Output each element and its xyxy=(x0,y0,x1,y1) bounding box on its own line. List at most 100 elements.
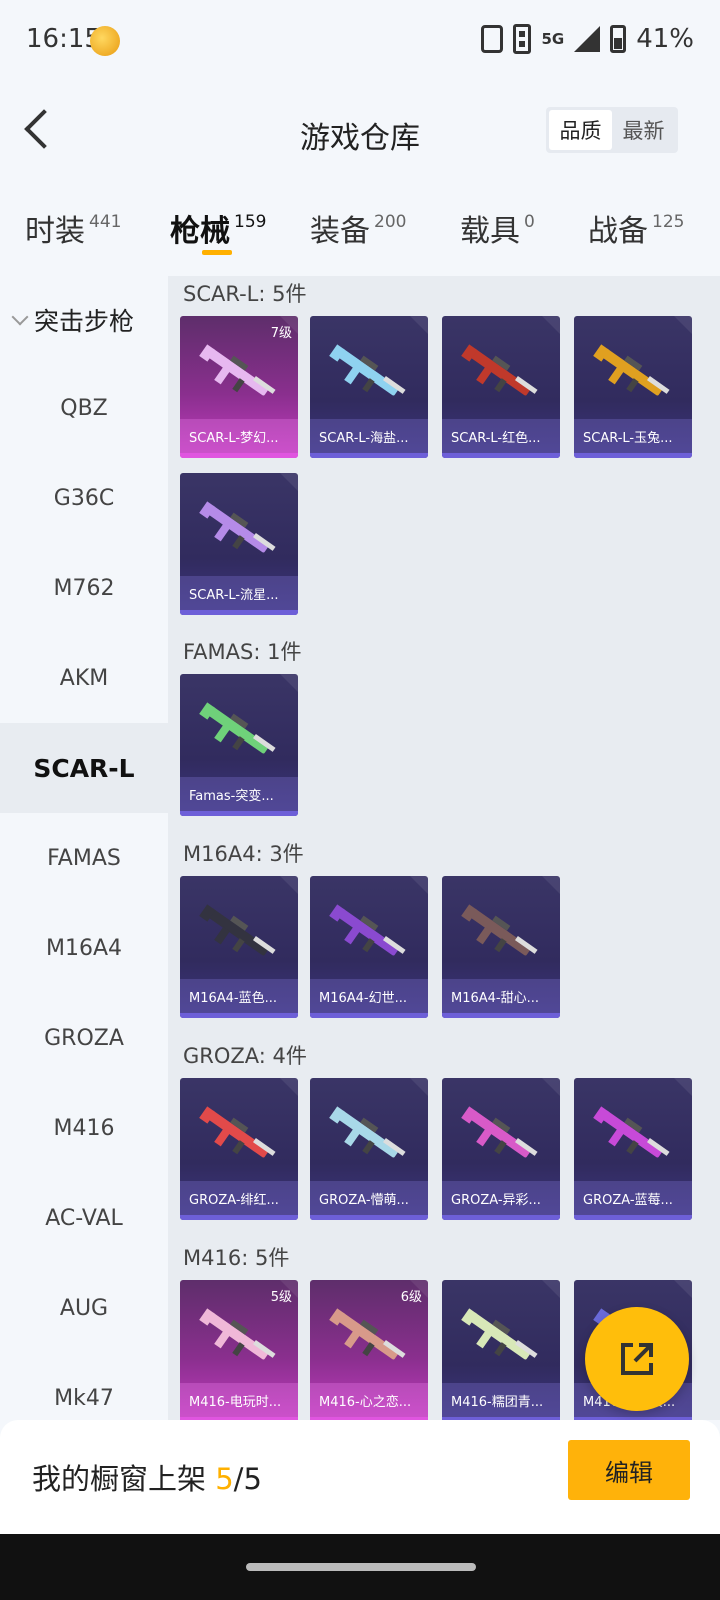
sidebar-item-famas[interactable]: FAMAS xyxy=(0,813,168,903)
weapon-image xyxy=(456,904,546,964)
sidebar-item-g36c[interactable]: G36C xyxy=(0,453,168,543)
weapon-skin-card[interactable]: GROZA-蓝莓... xyxy=(574,1078,692,1220)
skin-name: GROZA-懵萌... xyxy=(310,1181,428,1215)
rarity-bar xyxy=(180,610,298,615)
header: 游戏仓库 品质 最新 xyxy=(0,95,720,165)
tab-label: 战备 xyxy=(588,214,648,249)
weapon-skin-card[interactable]: SCAR-L-海盐... xyxy=(310,316,428,458)
card-corner xyxy=(674,316,692,334)
category-tabs: 时装 441 枪械 159 装备 200 载具 0 战备 125 xyxy=(0,200,720,270)
edit-button[interactable]: 编辑 xyxy=(568,1440,690,1500)
tab-count: 0 xyxy=(524,212,535,232)
card-corner xyxy=(280,674,298,692)
card-corner xyxy=(280,473,298,491)
weapon-skin-card[interactable]: 7级 SCAR-L-梦幻... xyxy=(180,316,298,458)
tab-count: 125 xyxy=(652,212,685,232)
weapon-skin-card[interactable]: M16A4-蓝色... xyxy=(180,876,298,1018)
tab-fashion[interactable]: 时装 441 xyxy=(25,206,121,250)
rarity-bar xyxy=(574,1215,692,1220)
weapon-image xyxy=(588,344,678,404)
card-corner xyxy=(542,316,560,334)
skin-name: SCAR-L-梦幻... xyxy=(180,419,298,453)
sidebar-item-m16a4[interactable]: M16A4 xyxy=(0,903,168,993)
weapon-skin-card[interactable]: M16A4-幻世... xyxy=(310,876,428,1018)
tab-label: 枪械 xyxy=(170,214,230,249)
showcase-status: 我的橱窗上架 5/5 xyxy=(32,1456,262,1498)
weapon-image xyxy=(194,344,284,404)
weapon-image xyxy=(456,344,546,404)
share-button[interactable] xyxy=(585,1307,689,1411)
card-corner xyxy=(542,1078,560,1096)
sort-quality[interactable]: 品质 xyxy=(549,110,612,150)
sort-toggle: 品质 最新 xyxy=(546,107,678,153)
weapon-skin-card[interactable]: GROZA-懵萌... xyxy=(310,1078,428,1220)
weapon-skin-card[interactable]: GROZA-绯红... xyxy=(180,1078,298,1220)
section-title: SCAR-L: 5件 xyxy=(183,282,307,306)
weapon-image xyxy=(324,1308,414,1368)
weapon-skin-card[interactable]: M16A4-甜心... xyxy=(442,876,560,1018)
weapon-skin-card[interactable]: SCAR-L-红色... xyxy=(442,316,560,458)
card-corner xyxy=(542,876,560,894)
weapon-skin-card[interactable]: SCAR-L-流星... xyxy=(180,473,298,615)
tab-guns[interactable]: 枪械 159 xyxy=(170,206,266,255)
share-external-icon xyxy=(621,1343,653,1375)
weapon-sidebar: 突击步枪 QBZ G36C M762 AKM SCAR-L FAMAS M16A4 GROZA… xyxy=(0,276,168,1420)
tab-supplies[interactable]: 战备 125 xyxy=(588,206,684,250)
showcase-bar: 我的橱窗上架 5/5 编辑 xyxy=(0,1420,720,1534)
rarity-bar xyxy=(180,1013,298,1018)
weapon-skin-card[interactable]: Famas-突变... xyxy=(180,674,298,816)
skin-name: GROZA-绯红... xyxy=(180,1181,298,1215)
sidebar-item-scar-l[interactable]: SCAR-L xyxy=(0,723,168,813)
showcase-total: /5 xyxy=(233,1462,262,1496)
sidebar-item-ac-val[interactable]: AC-VAL xyxy=(0,1173,168,1263)
rarity-bar xyxy=(310,1215,428,1220)
sidebar-item-aug[interactable]: AUG xyxy=(0,1263,168,1353)
weapon-skin-card[interactable]: 5级 M416-电玩时... xyxy=(180,1280,298,1420)
card-corner xyxy=(280,1078,298,1096)
weapon-image xyxy=(588,1106,678,1166)
rarity-bar xyxy=(180,453,298,458)
sidebar-group-assault-rifles[interactable]: 突击步枪 xyxy=(11,302,134,338)
vibrate-icon xyxy=(481,25,504,53)
card-corner xyxy=(410,1078,428,1096)
section-title: FAMAS: 1件 xyxy=(183,640,302,664)
skin-name: SCAR-L-红色... xyxy=(442,419,560,453)
tab-equipment[interactable]: 装备 200 xyxy=(310,206,406,250)
showcase-label: 我的橱窗上架 xyxy=(32,1462,216,1496)
skin-name: M16A4-蓝色... xyxy=(180,979,298,1013)
skin-level: 7级 xyxy=(270,326,292,341)
skin-level: 6级 xyxy=(400,1290,422,1305)
skin-name: M416-心之恋... xyxy=(310,1383,428,1417)
skin-name: M16A4-幻世... xyxy=(310,979,428,1013)
weapon-skin-card[interactable]: GROZA-异彩... xyxy=(442,1078,560,1220)
tab-label: 时装 xyxy=(25,214,85,249)
weapon-skin-card[interactable]: M416-糯团青... xyxy=(442,1280,560,1420)
weapon-skin-card[interactable]: SCAR-L-玉兔... xyxy=(574,316,692,458)
sidebar-item-akm[interactable]: AKM xyxy=(0,633,168,723)
card-corner xyxy=(674,1280,692,1298)
sim-icon xyxy=(513,24,532,54)
weapon-grid: SCAR-L: 5件 7级 SCAR-L-梦幻... SCAR-L-海盐... SCAR… xyxy=(168,276,720,1420)
tab-label: 载具 xyxy=(460,214,520,249)
sort-newest[interactable]: 最新 xyxy=(612,110,675,150)
tab-vehicles[interactable]: 载具 0 xyxy=(460,206,535,250)
home-gesture-handle[interactable] xyxy=(246,1563,476,1571)
weapon-image xyxy=(456,1106,546,1166)
app-notification-icon xyxy=(90,26,120,56)
card-corner xyxy=(410,316,428,334)
sidebar-item-mk47[interactable]: Mk47 xyxy=(0,1353,168,1420)
network-type: 5G xyxy=(541,30,565,48)
card-corner xyxy=(280,876,298,894)
card-corner xyxy=(674,1078,692,1096)
sidebar-item-m416[interactable]: M416 xyxy=(0,1083,168,1173)
weapon-skin-card[interactable]: 6级 M416-心之恋... xyxy=(310,1280,428,1420)
skin-name: SCAR-L-流星... xyxy=(180,576,298,610)
system-nav-bar xyxy=(0,1534,720,1600)
sidebar-item-groza[interactable]: GROZA xyxy=(0,993,168,1083)
sidebar-item-m762[interactable]: M762 xyxy=(0,543,168,633)
weapon-image xyxy=(324,904,414,964)
card-corner xyxy=(410,876,428,894)
battery-icon xyxy=(610,25,627,53)
rarity-bar xyxy=(574,453,692,458)
sidebar-item-qbz[interactable]: QBZ xyxy=(0,363,168,453)
